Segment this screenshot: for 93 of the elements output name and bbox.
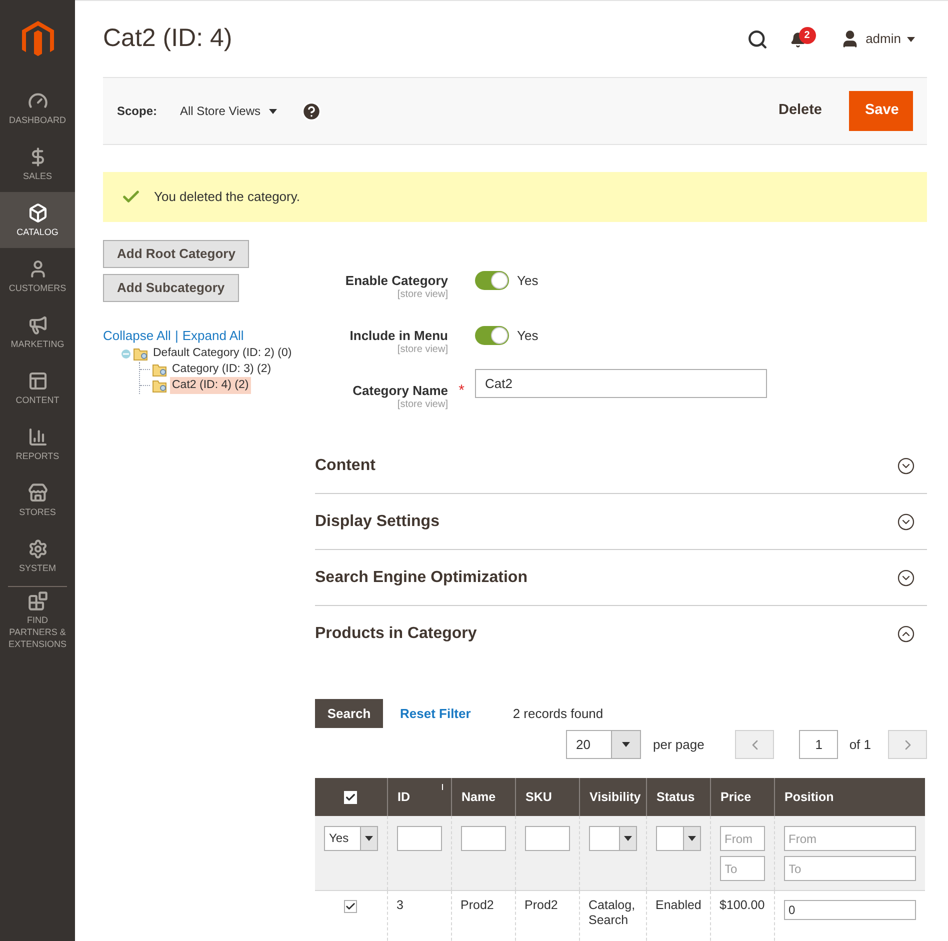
select-all-checkbox[interactable] xyxy=(344,790,358,804)
input-field[interactable]: Cat2 xyxy=(475,369,767,398)
page-count: of 1 xyxy=(849,736,871,754)
scope-label: [store view] xyxy=(396,289,448,301)
filter-select[interactable] xyxy=(656,826,700,851)
section-header[interactable]: Display Settings xyxy=(315,494,927,550)
nav-item[interactable]: REPORTS xyxy=(0,416,75,472)
nav-item[interactable]: CATALOG xyxy=(0,192,75,248)
field-label: Enable Category xyxy=(344,273,448,289)
filter-to-input[interactable]: To xyxy=(784,856,916,881)
caret-icon xyxy=(364,836,372,841)
chevron-up-icon xyxy=(897,625,915,643)
store-icon xyxy=(28,482,48,502)
position-input[interactable]: 0 xyxy=(784,900,916,920)
scope-label: [store view] xyxy=(396,399,448,411)
collapse-all-link[interactable]: Collapse All xyxy=(103,326,171,346)
filter-input[interactable] xyxy=(396,826,442,851)
box-icon xyxy=(28,202,48,222)
table-cell: Prod2 xyxy=(451,890,515,941)
nav-item[interactable]: CUSTOMERS xyxy=(0,248,75,304)
logo[interactable] xyxy=(22,21,54,59)
chevron-down-icon xyxy=(897,512,915,530)
toggle-switch[interactable] xyxy=(475,271,509,290)
caret-icon xyxy=(688,836,696,841)
filter-input[interactable] xyxy=(460,826,506,851)
per-page-label: per page xyxy=(652,736,704,754)
toggle-value: Yes xyxy=(517,327,538,345)
filter-select[interactable]: Yes xyxy=(324,826,378,851)
required-mark: * xyxy=(458,383,464,399)
caret-icon xyxy=(268,108,276,114)
caret-icon xyxy=(622,742,630,747)
filter-from-input[interactable]: From xyxy=(784,826,916,851)
table-cell: $100.00 xyxy=(710,890,774,941)
table-cell: Enabled xyxy=(646,890,710,941)
folder-icon xyxy=(133,346,149,360)
add-category-button[interactable]: Add Root Category xyxy=(103,240,250,268)
filter-from-input[interactable]: From xyxy=(720,826,764,851)
nav-item[interactable]: STORES xyxy=(0,472,75,528)
section-header[interactable]: Search Engine Optimization xyxy=(315,550,927,606)
tree-item[interactable]: Cat2 (ID: 4) (2) xyxy=(170,376,251,394)
caret-icon xyxy=(624,836,632,841)
nav-item[interactable]: SYSTEM xyxy=(0,528,75,584)
delete-button[interactable]: Delete xyxy=(778,100,822,122)
scope-label: Scope: xyxy=(117,103,158,120)
page-title: Cat2 (ID: 4) xyxy=(103,23,232,54)
add-category-button[interactable]: Add Subcategory xyxy=(103,274,239,302)
records-count: 2 records found xyxy=(512,704,604,723)
search-button[interactable]: Search xyxy=(315,699,383,728)
section-header[interactable]: Products in Category xyxy=(315,606,927,662)
scope-label: [store view] xyxy=(396,344,448,356)
search-icon[interactable] xyxy=(746,28,768,50)
reset-filter-link[interactable]: Reset Filter xyxy=(400,704,471,724)
nav-item[interactable]: DASHBOARD xyxy=(0,80,75,136)
user-menu[interactable]: admin xyxy=(840,29,915,49)
per-page-select[interactable]: 20 xyxy=(566,730,641,759)
success-message: You deleted the category. xyxy=(103,172,927,222)
tree-item[interactable]: Default Category (ID: 2) (0) xyxy=(151,344,294,362)
blocks-icon xyxy=(28,590,48,610)
chevron-down-icon xyxy=(897,456,915,474)
link-separator: | xyxy=(174,327,178,345)
notification-count: 2 xyxy=(798,27,816,44)
expand-all-link[interactable]: Expand All xyxy=(182,326,244,346)
tree-item[interactable]: Category (ID: 3) (2) xyxy=(170,360,274,378)
settings-icon xyxy=(28,538,48,558)
table-cell: Catalog, Search xyxy=(579,890,646,941)
folder-icon xyxy=(152,362,168,376)
toggle-value: Yes xyxy=(517,272,538,290)
nav-item[interactable]: CONTENT xyxy=(0,360,75,416)
filter-input[interactable] xyxy=(524,826,570,851)
folder-icon xyxy=(152,378,168,392)
table-cell: 3 xyxy=(387,890,451,941)
field-label: Include in Menu xyxy=(348,328,448,344)
layout-icon xyxy=(28,370,48,390)
nav-item[interactable]: FIND PARTNERS & EXTENSIONS xyxy=(0,589,75,651)
chevron-down-icon xyxy=(897,568,915,586)
table-cell: Prod2 xyxy=(515,890,579,941)
megaphone-icon xyxy=(28,314,48,334)
filter-select[interactable] xyxy=(588,826,636,851)
save-button[interactable]: Save xyxy=(849,91,913,131)
nav-item[interactable]: SALES xyxy=(0,136,75,192)
bar-chart-icon xyxy=(28,426,48,446)
help-icon[interactable] xyxy=(300,100,322,122)
nav-item[interactable]: MARKETING xyxy=(0,304,75,360)
section-header[interactable]: Content xyxy=(315,438,927,494)
toggle-switch[interactable] xyxy=(475,326,509,346)
scope-dropdown[interactable]: All Store Views xyxy=(180,102,276,120)
caret-icon xyxy=(907,36,915,42)
page-input[interactable]: 1 xyxy=(799,730,838,759)
gauge-icon xyxy=(28,90,48,110)
field-label: Category Name xyxy=(352,383,448,399)
collapse-icon[interactable] xyxy=(121,348,131,358)
checkbox[interactable] xyxy=(344,900,358,912)
filter-to-input[interactable]: To xyxy=(720,856,764,881)
